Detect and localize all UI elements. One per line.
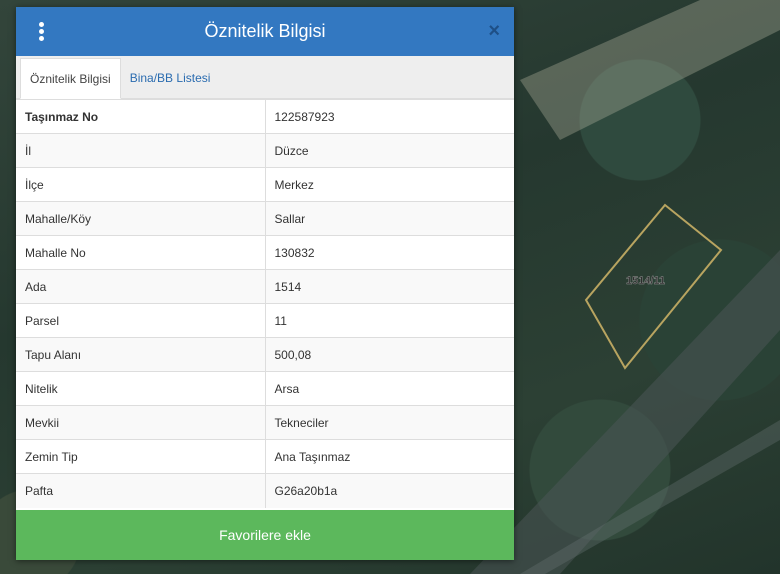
attribute-value: Ana Taşınmaz [265,439,514,474]
attribute-key: Taşınmaz No [16,99,266,134]
parcel-label: 1514/11 [626,275,665,287]
attribute-key: Mahalle No [16,235,266,270]
attribute-value: G26a20b1a [265,473,514,508]
table-row: Tapu Alanı 500,08 [16,337,514,372]
attribute-value: 122587923 [265,99,514,134]
attribute-panel: Öznitelik Bilgisi × Öznitelik Bilgisi Bi… [16,7,514,560]
attribute-key: İl [16,133,266,168]
attribute-value: Merkez [265,167,514,202]
table-row: Zemin Tip Ana Taşınmaz [16,439,514,474]
attribute-key: Tapu Alanı [16,337,266,372]
panel-title: Öznitelik Bilgisi [204,21,326,41]
attribute-key: Mahalle/Köy [16,201,266,236]
attribute-value: 1514 [265,269,514,304]
table-row: Ada 1514 [16,269,514,304]
attribute-value: 130832 [265,235,514,270]
dirt-path [520,0,780,140]
add-to-favorites-button[interactable]: Favorilere ekle [16,510,514,560]
attribute-value: 11 [265,303,514,338]
table-row: İl Düzce [16,133,514,168]
table-row: Nitelik Arsa [16,371,514,406]
close-icon[interactable]: × [488,21,500,41]
table-row: Parsel 11 [16,303,514,338]
attribute-value: Düzce [265,133,514,168]
tab-building-list[interactable]: Bina/BB Listesi [121,58,220,98]
attribute-key: İlçe [16,167,266,202]
attribute-key: Pafta [16,473,266,508]
table-row: Mahalle/Köy Sallar [16,201,514,236]
table-row: İlçe Merkez [16,167,514,202]
attribute-value: Sallar [265,201,514,236]
table-row: Mahalle No 130832 [16,235,514,270]
attribute-value: Tekneciler [265,405,514,440]
attribute-key: Mevkii [16,405,266,440]
attribute-value: Arsa [265,371,514,406]
tab-attribute-info[interactable]: Öznitelik Bilgisi [20,58,121,99]
vertical-ellipsis-icon[interactable] [34,22,48,42]
attribute-key: Ada [16,269,266,304]
panel-header: Öznitelik Bilgisi × [16,7,514,56]
attribute-table: Taşınmaz No 122587923 İl Düzce İlçe Merkez Mah… [16,99,514,508]
table-row: Taşınmaz No 122587923 [16,99,514,134]
attribute-key: Nitelik [16,371,266,406]
table-row: Mevkii Tekneciler [16,405,514,440]
tab-bar: Öznitelik Bilgisi Bina/BB Listesi [16,56,514,99]
attribute-key: Parsel [16,303,266,338]
attribute-value: 500,08 [265,337,514,372]
attribute-key: Zemin Tip [16,439,266,474]
table-row: Pafta G26a20b1a [16,473,514,508]
